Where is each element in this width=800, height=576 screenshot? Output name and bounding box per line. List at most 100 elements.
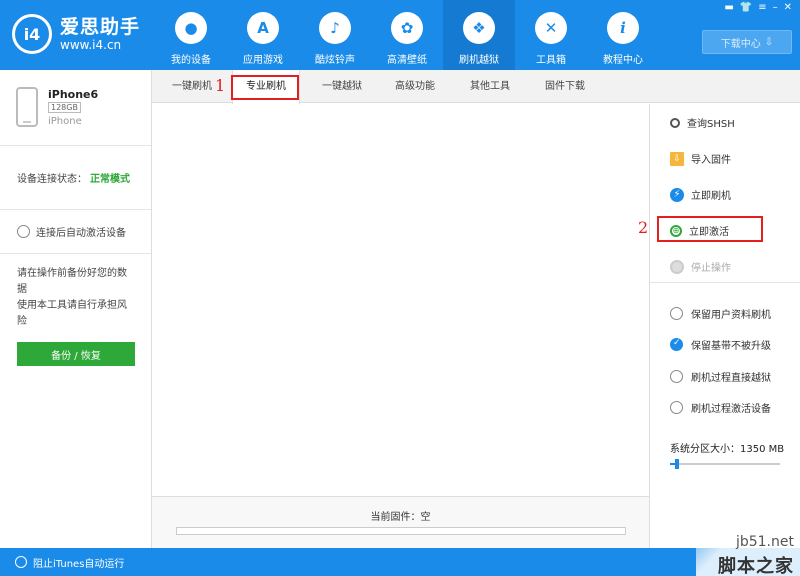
option-radio[interactable] <box>670 307 683 320</box>
option-jailbreak-during-flash[interactable]: 刷机过程直接越狱 <box>670 369 771 384</box>
nav-label: 酷炫铃声 <box>315 55 355 66</box>
nav-toolbox[interactable]: ✕ 工具箱 <box>515 0 587 70</box>
query-shsh-button[interactable]: 查询SHSH <box>670 115 735 130</box>
window-controls: ▬ 👕 ≡ – ✕ <box>724 2 792 13</box>
info-icon: i <box>607 12 639 44</box>
download-center-label: 下载中心 <box>720 38 761 50</box>
auto-activate-radio[interactable] <box>17 225 30 238</box>
block-itunes-option[interactable]: 阻止iTunes自动运行 <box>15 548 124 576</box>
slider-thumb[interactable] <box>675 459 679 469</box>
watermark-name: 脚本之家 <box>718 556 794 576</box>
nav-wallpapers[interactable]: ✿ 高清壁纸 <box>371 0 443 70</box>
nav-label: 我的设备 <box>171 55 211 66</box>
download-center-button[interactable]: 下载中心 ⇩ <box>702 30 792 54</box>
apple-icon: ● <box>175 12 207 44</box>
warning-line: 请在操作前备份好您的数据 <box>17 268 127 295</box>
header: i4 爱思助手 www.i4.cn ● 我的设备 A 应用游戏 ♪ 酷炫铃声 ✿… <box>0 0 800 70</box>
download-icon: ⇩ <box>764 36 774 48</box>
current-firmware-label: 当前固件：空 <box>370 512 431 523</box>
option-keep-user-data[interactable]: 保留用户资料刷机 <box>670 306 771 321</box>
status-bar: 阻止iTunes自动运行 <box>0 548 800 576</box>
option-radio[interactable] <box>670 370 683 383</box>
risk-warning: 请在操作前备份好您的数据 使用本工具请自行承担风险 <box>0 254 151 330</box>
option-label: 刷机过程激活设备 <box>691 404 771 415</box>
tab-firmware-download[interactable]: 固件下载 <box>535 70 595 103</box>
status-value: 正常模式 <box>90 174 130 185</box>
bell-icon: ♪ <box>319 12 351 44</box>
divider <box>650 282 800 283</box>
tab-advanced[interactable]: 高级功能 <box>385 70 445 103</box>
app-name: 爱思助手 <box>60 16 141 38</box>
block-itunes-label: 阻止iTunes自动运行 <box>33 558 125 570</box>
annotation-number: 1 <box>215 76 226 95</box>
option-label: 保留基带不被升级 <box>691 341 771 352</box>
feedback-icon[interactable]: ▬ <box>724 2 733 13</box>
nav-ringtones[interactable]: ♪ 酷炫铃声 <box>299 0 371 70</box>
auto-activate-option[interactable]: 连接后自动激活设备 <box>0 210 151 254</box>
stop-operation-button[interactable]: 停止操作 <box>670 259 731 274</box>
search-icon <box>670 117 680 128</box>
tools-icon: ✕ <box>535 12 567 44</box>
firmware-progress-bar <box>176 527 626 535</box>
annotation-box <box>657 216 763 242</box>
nav-apps-games[interactable]: A 应用游戏 <box>227 0 299 70</box>
firmware-area: 当前固件：空 <box>152 496 649 548</box>
app-url: www.i4.cn <box>60 38 122 52</box>
device-name: iPhone6 <box>48 88 99 101</box>
annotation-number: 2 <box>638 218 649 237</box>
auto-activate-label: 连接后自动激活设备 <box>36 228 126 239</box>
option-label: 保留用户资料刷机 <box>691 310 771 321</box>
minimize-icon[interactable]: – <box>773 2 778 13</box>
device-type: iPhone <box>48 116 82 127</box>
menu-icon[interactable]: ≡ <box>758 2 766 13</box>
watermark-url: jb51.net <box>735 534 794 550</box>
app-store-icon: A <box>247 12 279 44</box>
status-label: 设备连接状态： <box>17 174 87 185</box>
action-label: 立即刷机 <box>691 191 731 202</box>
phone-icon <box>16 87 38 127</box>
connection-status: 设备连接状态： 正常模式 <box>0 146 151 210</box>
flash-now-button[interactable]: ⚡ 立即刷机 <box>670 187 731 202</box>
flower-icon: ✿ <box>391 12 423 44</box>
option-radio[interactable] <box>670 401 683 414</box>
annotation-box <box>231 75 299 100</box>
option-activate-during-flash[interactable]: 刷机过程激活设备 <box>670 400 771 415</box>
device-capacity: 128GB <box>48 102 81 113</box>
tab-one-click-flash[interactable]: 一键刷机 <box>162 70 222 103</box>
main-content: 当前固件：空 <box>152 104 649 548</box>
nav-label: 教程中心 <box>603 55 643 66</box>
main-nav: ● 我的设备 A 应用游戏 ♪ 酷炫铃声 ✿ 高清壁纸 ❖ 刷机越狱 ✕ 工具箱… <box>155 0 659 70</box>
action-label: 导入固件 <box>691 155 731 166</box>
import-folder-icon: ⇩ <box>670 151 684 166</box>
option-label: 刷机过程直接越狱 <box>691 373 771 384</box>
sidebar: iPhone6 128GB iPhone 设备连接状态： 正常模式 连接后自动激… <box>0 70 152 548</box>
slider-track <box>670 463 780 465</box>
partition-size-slider[interactable] <box>670 459 780 469</box>
app-logo: i4 爱思助手 www.i4.cn <box>12 14 140 54</box>
action-label: 停止操作 <box>691 263 731 274</box>
nav-flash-jailbreak[interactable]: ❖ 刷机越狱 <box>443 0 515 70</box>
nav-tutorials[interactable]: i 教程中心 <box>587 0 659 70</box>
backup-restore-button[interactable]: 备份 / 恢复 <box>17 342 135 366</box>
tab-one-click-jailbreak[interactable]: 一键越狱 <box>312 70 372 103</box>
dropbox-icon: ❖ <box>463 12 495 44</box>
nav-label: 刷机越狱 <box>459 55 499 66</box>
tab-other-tools[interactable]: 其他工具 <box>460 70 520 103</box>
stop-icon <box>670 259 684 274</box>
block-itunes-radio[interactable] <box>15 556 27 568</box>
lightning-icon: ⚡ <box>670 187 684 202</box>
import-firmware-button[interactable]: ⇩ 导入固件 <box>670 151 731 166</box>
close-icon[interactable]: ✕ <box>784 2 792 13</box>
nav-label: 高清壁纸 <box>387 55 427 66</box>
warning-line: 使用本工具请自行承担风险 <box>17 300 127 327</box>
partition-size-label: 系统分区大小：1350 MB <box>670 444 785 455</box>
action-label: 查询SHSH <box>687 119 735 130</box>
i4-logo-icon: i4 <box>12 14 52 54</box>
nav-label: 工具箱 <box>536 55 566 66</box>
nav-label: 应用游戏 <box>243 55 283 66</box>
option-keep-baseband[interactable]: 保留基带不被升级 <box>670 337 771 352</box>
action-panel: 查询SHSH ⇩ 导入固件 ⚡ 立即刷机 ⊕ 立即激活 停止操作 保留用户资料刷… <box>649 104 800 548</box>
option-radio-checked[interactable] <box>670 338 683 351</box>
nav-my-device[interactable]: ● 我的设备 <box>155 0 227 70</box>
skin-icon[interactable]: 👕 <box>740 2 752 13</box>
